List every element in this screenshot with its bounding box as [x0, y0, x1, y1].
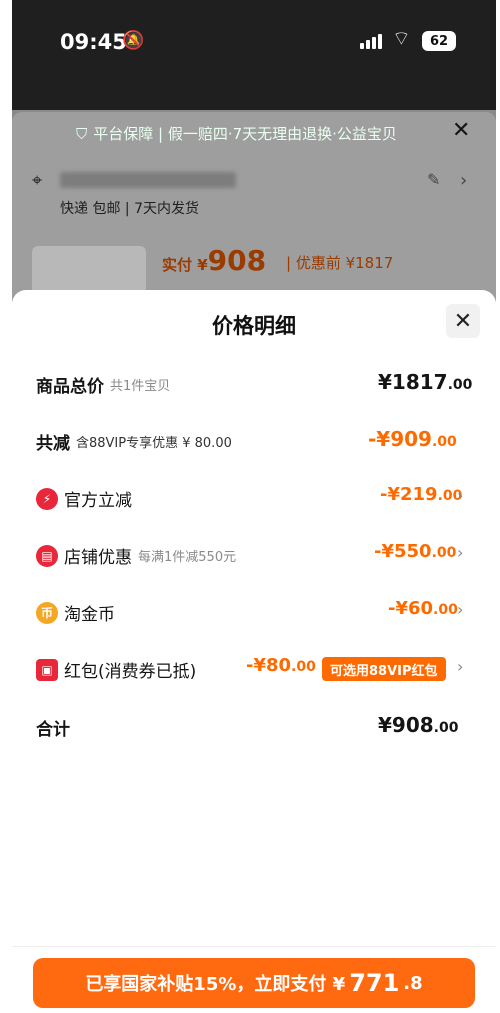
row-store-discount[interactable]: ▤ 店铺优惠 每满1件减550元 -¥550.00 ›: [12, 535, 496, 575]
row-label: 淘金币: [64, 605, 115, 625]
row-label: 店铺优惠: [64, 548, 132, 568]
wifi-icon: ⌔: [392, 26, 411, 50]
shipping-info: 快递 包邮 | 7天内发货: [60, 201, 199, 217]
vip-red-packet-badge[interactable]: 可选用88VIP红包: [322, 657, 446, 681]
paid-amount: 实付 ¥908: [162, 244, 266, 277]
row-total-discount: 共减 含88VIP专享优惠 ¥ 80.00 -¥909.00: [12, 421, 496, 461]
row-official-discount[interactable]: ⚡ 官方立减 -¥219.00 ›: [12, 478, 496, 518]
lightning-icon: ⚡: [36, 487, 58, 510]
pay-now-button[interactable]: 已享国家补贴15%，立即支付 ¥ 771.8: [33, 958, 475, 1008]
status-bar: 09:45 🔕 ⌔ 62: [12, 0, 496, 110]
red-packet-icon: ▣: [36, 658, 58, 681]
row-total-price: 商品总价 共1件宝贝 ¥1817.00: [12, 364, 496, 404]
row-label: 共减: [36, 434, 70, 454]
edit-icon[interactable]: ✎: [427, 170, 440, 189]
paid-value: 908: [207, 244, 267, 277]
cellular-signal-icon: [360, 34, 382, 49]
row-value: -¥550.00: [374, 541, 457, 562]
row-value: ¥908.00: [378, 713, 459, 737]
sheet-title: 价格明细: [212, 314, 296, 338]
row-label: 商品总价: [36, 377, 104, 397]
row-value: -¥60.00: [388, 598, 458, 619]
row-value: -¥219.00: [380, 484, 463, 505]
row-label: 红包(消费券已抵): [64, 662, 197, 682]
row-label: 官方立减: [64, 491, 132, 511]
row-sublabel: 每满1件减550元: [138, 550, 237, 565]
pay-amount-cents: .8: [403, 972, 423, 994]
bell-muted-icon: 🔕: [122, 30, 145, 51]
shield-icon: ⛉: [76, 124, 88, 143]
row-sublabel: 共1件宝贝: [110, 379, 171, 394]
row-value: -¥80.00: [246, 655, 316, 676]
close-button[interactable]: ✕: [446, 304, 480, 338]
divider: [12, 946, 496, 947]
pay-button-text: 已享国家补贴15%，立即支付 ¥: [85, 974, 346, 995]
chevron-right-icon: ›: [457, 486, 464, 505]
row-taojinbi[interactable]: 币 淘金币 -¥60.00 ›: [12, 592, 496, 632]
row-note: 含88VIP专享优惠 ¥ 80.00: [76, 436, 232, 451]
guarantee-text: 平台保障 | 假一赔四·7天无理由退换·公益宝贝: [93, 125, 397, 143]
coin-icon: 币: [36, 601, 58, 624]
chevron-right-icon[interactable]: ›: [460, 170, 467, 191]
status-time: 09:45: [60, 30, 127, 54]
pay-amount: 771: [349, 969, 400, 997]
row-grand-total: 合计 ¥908.00: [12, 707, 496, 747]
row-value: ¥1817.00: [378, 370, 473, 394]
product-thumbnail: [32, 246, 146, 294]
original-price: | 优惠前 ¥1817: [286, 254, 394, 272]
close-icon: ✕: [453, 308, 473, 334]
row-value: -¥909.00: [368, 427, 457, 451]
location-pin-icon: ⌖: [32, 170, 43, 191]
paid-label: 实付 ¥: [162, 256, 208, 274]
store-icon: ▤: [36, 544, 58, 567]
row-label: 合计: [36, 720, 70, 740]
address-blurred: [60, 172, 236, 188]
row-red-packet[interactable]: ▣ 红包(消费券已抵) -¥80.00 可选用88VIP红包 ›: [12, 649, 496, 689]
close-icon[interactable]: ✕: [452, 118, 470, 143]
chevron-right-icon: ›: [457, 657, 464, 676]
battery-indicator: 62: [422, 31, 456, 51]
guarantee-banner: ⛉ 平台保障 | 假一赔四·7天无理由退换·公益宝贝: [76, 123, 397, 144]
chevron-right-icon: ›: [457, 543, 464, 562]
chevron-right-icon: ›: [457, 600, 464, 619]
price-detail-sheet: 价格明细 ✕ 商品总价 共1件宝贝 ¥1817.00 共减 含88VIP专享优惠…: [12, 290, 496, 1013]
